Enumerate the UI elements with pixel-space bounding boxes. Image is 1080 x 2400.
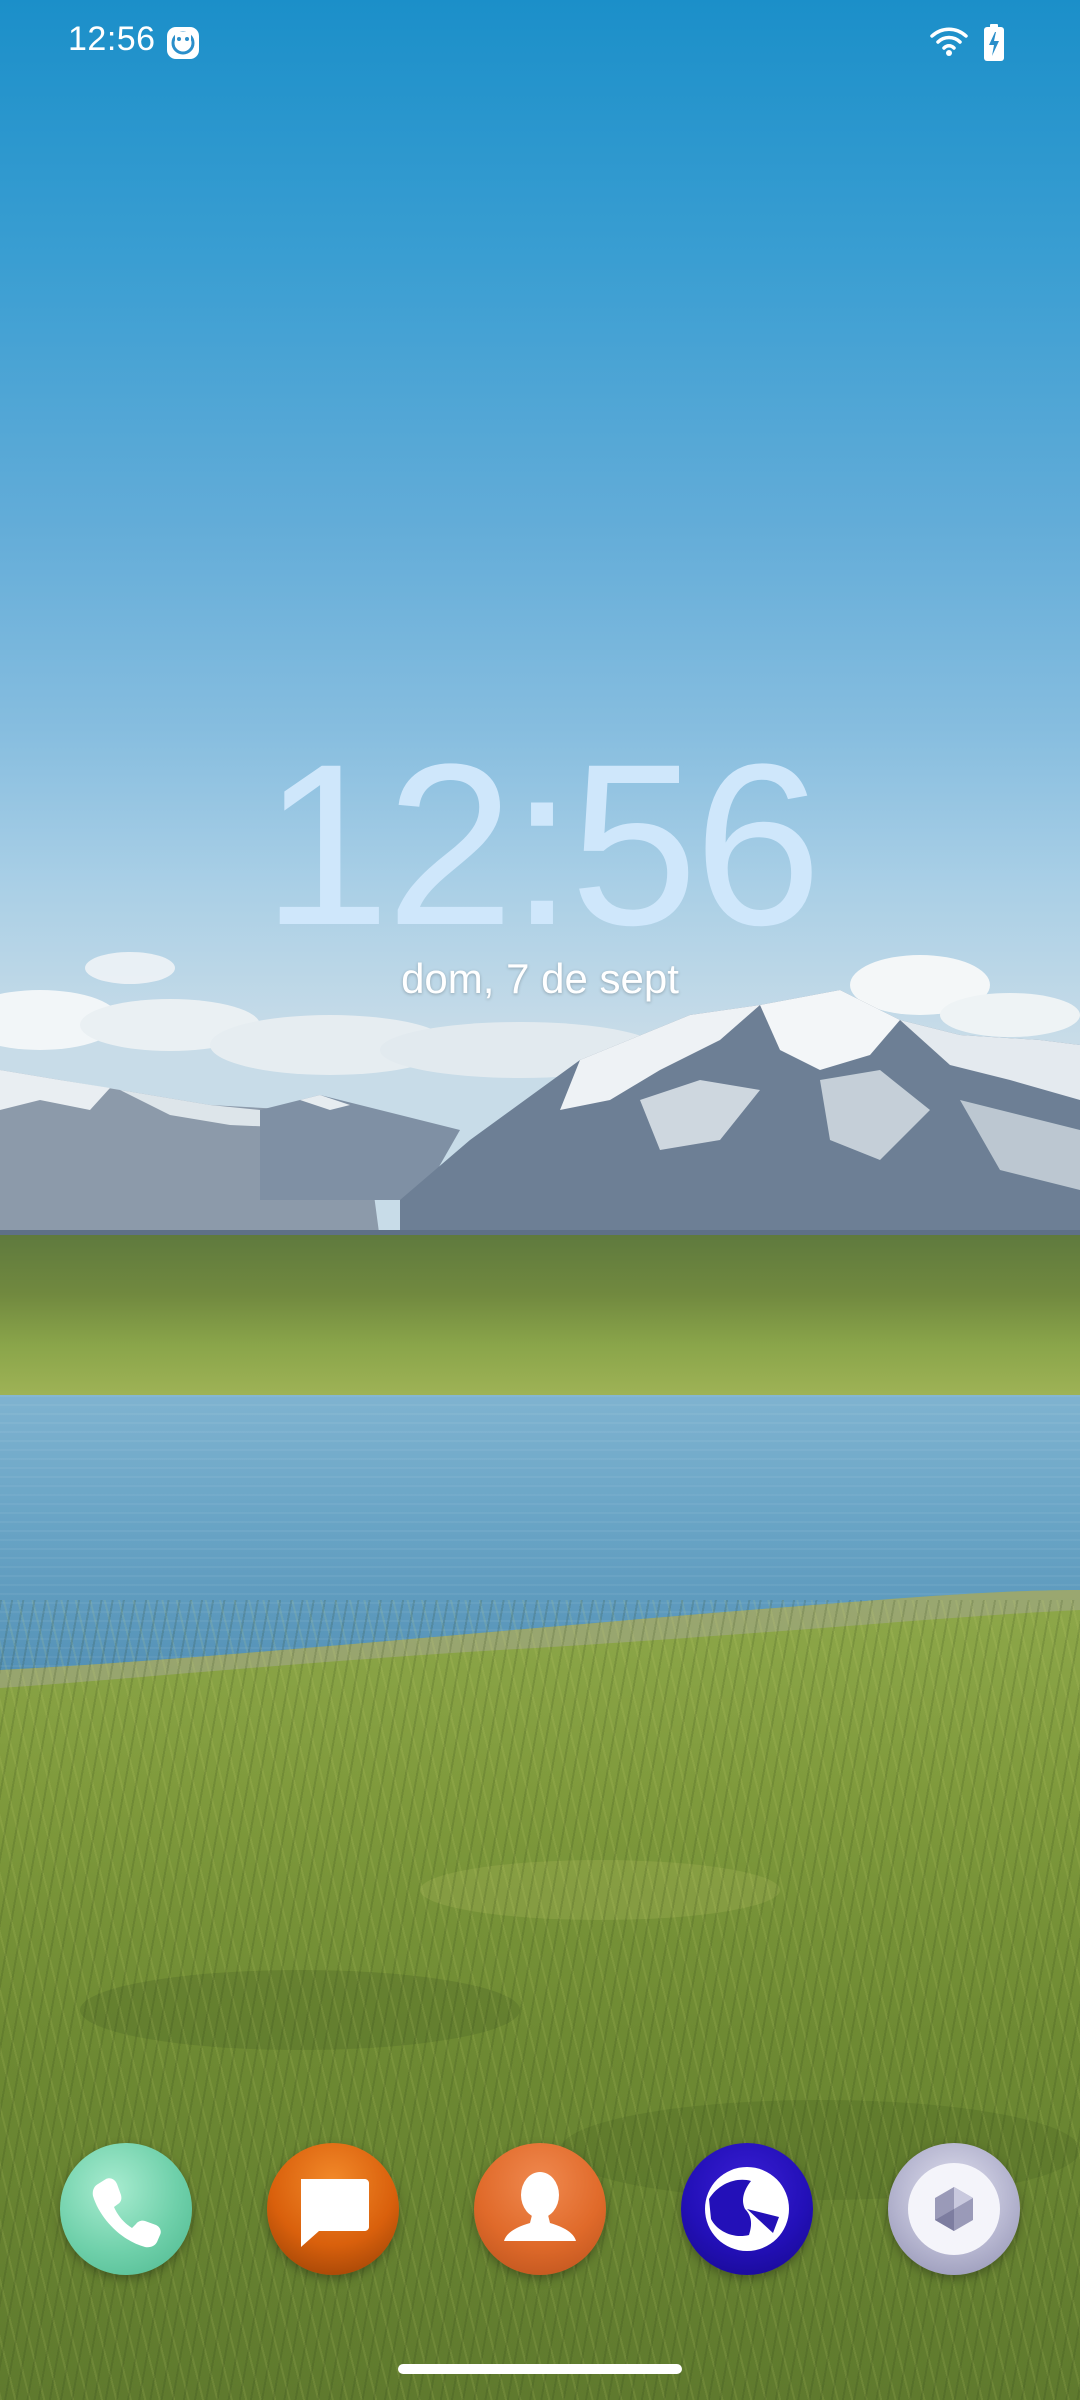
phone-icon bbox=[92, 2178, 161, 2248]
wallpaper-mountains bbox=[0, 990, 1080, 1280]
wallpaper-grass-texture bbox=[0, 1600, 1080, 2400]
battery-charging-icon bbox=[984, 24, 1004, 61]
dock-app-phone[interactable] bbox=[60, 2143, 192, 2275]
contact-icon bbox=[504, 2172, 576, 2241]
dock-app-camera[interactable] bbox=[888, 2143, 1020, 2275]
status-time: 12:56 bbox=[68, 20, 156, 58]
wallpaper-far-meadow bbox=[0, 1235, 1080, 1405]
wifi-icon bbox=[930, 27, 968, 56]
smiley-notification-icon bbox=[167, 27, 199, 59]
dock-app-contacts[interactable] bbox=[474, 2143, 606, 2275]
lock-screen-date[interactable]: dom, 7 de sept bbox=[0, 955, 1080, 1003]
globe-icon bbox=[705, 2167, 789, 2251]
status-bar: 12:56 bbox=[0, 0, 1080, 86]
dock-app-messages[interactable] bbox=[267, 2143, 399, 2275]
message-icon bbox=[301, 2179, 369, 2247]
lock-screen-clock: 12:56 bbox=[262, 716, 822, 973]
home-indicator[interactable] bbox=[398, 2364, 682, 2374]
dock-app-browser[interactable] bbox=[681, 2143, 813, 2275]
camera-icon bbox=[908, 2163, 1000, 2255]
wallpaper bbox=[0, 0, 1080, 2400]
